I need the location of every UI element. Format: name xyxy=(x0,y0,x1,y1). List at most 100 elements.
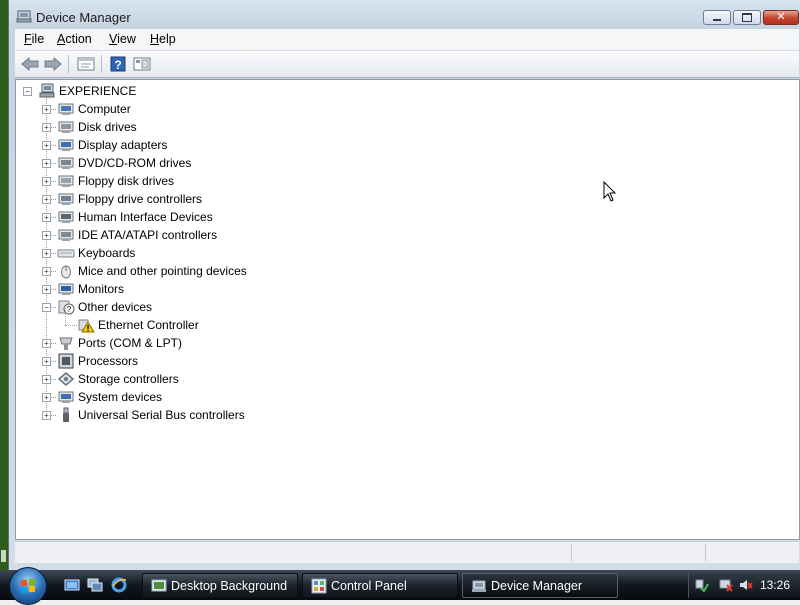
task-desktop-background[interactable]: Desktop Background xyxy=(142,573,298,598)
tree-category[interactable]: + Display adapters xyxy=(16,136,416,154)
close-button[interactable]: ✕ xyxy=(763,10,799,25)
network-icon[interactable] xyxy=(695,578,709,592)
toolbar: ? xyxy=(15,51,799,78)
expand-toggle[interactable]: + xyxy=(42,393,51,402)
dvd-drive-icon xyxy=(58,157,74,169)
collapse-toggle[interactable]: − xyxy=(42,303,51,312)
device-manager-icon xyxy=(16,10,32,23)
disk-drive-icon xyxy=(58,121,74,133)
computer-icon xyxy=(58,103,74,115)
expand-toggle[interactable]: + xyxy=(42,231,51,240)
floppy-drive-icon xyxy=(58,175,74,187)
back-arrow-icon xyxy=(21,57,39,71)
tree-category[interactable]: + Floppy drive controllers xyxy=(16,190,416,208)
tree-connector xyxy=(65,325,77,326)
computer-root-icon xyxy=(39,83,55,98)
tree-item-label: Other devices xyxy=(78,300,153,314)
toolbar-separator xyxy=(68,55,69,73)
menu-action[interactable]: Action xyxy=(57,32,92,46)
volume-muted-icon[interactable] xyxy=(739,578,753,592)
expand-toggle[interactable]: + xyxy=(42,105,51,114)
svg-text:?: ? xyxy=(114,58,121,72)
properties-button[interactable] xyxy=(76,54,96,74)
clock[interactable]: 13:26 xyxy=(760,578,790,592)
start-button[interactable] xyxy=(9,567,47,605)
tree-category[interactable]: + Storage controllers xyxy=(16,370,416,388)
tree-root-label: EXPERIENCE xyxy=(59,84,137,98)
expand-toggle[interactable]: + xyxy=(42,159,51,168)
expand-toggle[interactable]: + xyxy=(42,123,51,132)
expand-toggle[interactable]: + xyxy=(42,339,51,348)
tree-item-label: Processors xyxy=(78,354,139,368)
tree-connector xyxy=(65,308,66,325)
tree-category[interactable]: + Monitors xyxy=(16,280,416,298)
tree-item-label: DVD/CD-ROM drives xyxy=(78,156,192,170)
tree-category[interactable]: + Human Interface Devices xyxy=(16,208,416,226)
tree-item-label: Disk drives xyxy=(78,120,137,134)
task-device-manager[interactable]: Device Manager xyxy=(462,573,618,598)
show-desktop-icon[interactable] xyxy=(64,577,80,593)
tree-category[interactable]: + Computer xyxy=(16,100,416,118)
tree-category[interactable]: + DVD/CD-ROM drives xyxy=(16,154,416,172)
tree-category[interactable]: + Universal Serial Bus controllers xyxy=(16,406,416,424)
forward-arrow-icon xyxy=(44,57,62,71)
expand-toggle[interactable]: + xyxy=(42,249,51,258)
desktop-edge xyxy=(0,0,8,570)
expand-toggle[interactable]: + xyxy=(42,213,51,222)
tree-item-label: Floppy drive controllers xyxy=(78,192,203,206)
desktop-background-icon xyxy=(151,579,167,592)
forward-button[interactable] xyxy=(43,54,63,74)
network-disconnected-icon[interactable] xyxy=(719,578,733,592)
status-pane xyxy=(571,544,572,561)
tree-item-label: Ports (COM & LPT) xyxy=(78,336,183,350)
tree-category[interactable]: + Keyboards xyxy=(16,244,416,262)
expand-toggle[interactable]: + xyxy=(42,375,51,384)
display-adapter-icon xyxy=(58,139,74,151)
tree-category[interactable]: + Mice and other pointing devices xyxy=(16,262,416,280)
tree-category[interactable]: + Processors xyxy=(16,352,416,370)
title-bar[interactable]: Device Manager ✕ xyxy=(9,0,800,30)
expand-toggle[interactable]: + xyxy=(42,357,51,366)
tree-category[interactable]: + IDE ATA/ATAPI controllers xyxy=(16,226,416,244)
tree-category[interactable]: + Floppy disk drives xyxy=(16,172,416,190)
tree-category[interactable]: + Ports (COM & LPT) xyxy=(16,334,416,352)
collapse-toggle[interactable]: − xyxy=(23,87,32,96)
tree-child-item[interactable]: Ethernet Controller xyxy=(16,308,416,334)
task-control-panel[interactable]: Control Panel xyxy=(302,573,458,598)
system-devices-icon xyxy=(58,391,74,403)
window-title: Device Manager xyxy=(36,10,131,25)
tree-item-label: Human Interface Devices xyxy=(78,210,213,224)
maximize-button[interactable] xyxy=(733,10,761,25)
status-bar xyxy=(15,541,799,563)
control-panel-icon xyxy=(311,578,327,594)
menu-file[interactable]: File xyxy=(24,32,44,46)
tree-item-label: Monitors xyxy=(78,282,125,296)
expand-toggle[interactable]: + xyxy=(42,267,51,276)
minimize-button[interactable] xyxy=(703,10,731,25)
expand-toggle[interactable]: + xyxy=(42,411,51,420)
mouse-icon xyxy=(61,265,71,279)
tree-item-label: Floppy disk drives xyxy=(78,174,175,188)
expand-toggle[interactable]: + xyxy=(42,177,51,186)
expand-toggle[interactable]: + xyxy=(42,285,51,294)
back-button[interactable] xyxy=(20,54,40,74)
device-tree[interactable]: − EXPERIENCE + Computer + Disk drives + Display… xyxy=(15,79,800,540)
keyboard-icon xyxy=(57,249,75,258)
tree-category[interactable]: + System devices xyxy=(16,388,416,406)
taskbar: Desktop Background Control Panel Device … xyxy=(0,567,800,605)
tree-item-label: Universal Serial Bus controllers xyxy=(78,408,245,422)
tree-category[interactable]: −? Other devices xyxy=(16,298,416,316)
menu-help[interactable]: Help xyxy=(150,32,176,46)
internet-explorer-icon[interactable] xyxy=(111,577,127,593)
tree-item-label: IDE ATA/ATAPI controllers xyxy=(78,228,218,242)
tree-item-label: Storage controllers xyxy=(78,372,179,386)
tree-category[interactable]: + Disk drives xyxy=(16,118,416,136)
windows-logo-icon xyxy=(21,579,35,593)
tree-item-label: Computer xyxy=(78,102,131,116)
menu-view[interactable]: View xyxy=(109,32,136,46)
switch-windows-icon[interactable] xyxy=(87,577,103,593)
help-button[interactable]: ? xyxy=(108,54,128,74)
expand-toggle[interactable]: + xyxy=(42,141,51,150)
expand-toggle[interactable]: + xyxy=(42,195,51,204)
view-button[interactable] xyxy=(132,54,152,74)
